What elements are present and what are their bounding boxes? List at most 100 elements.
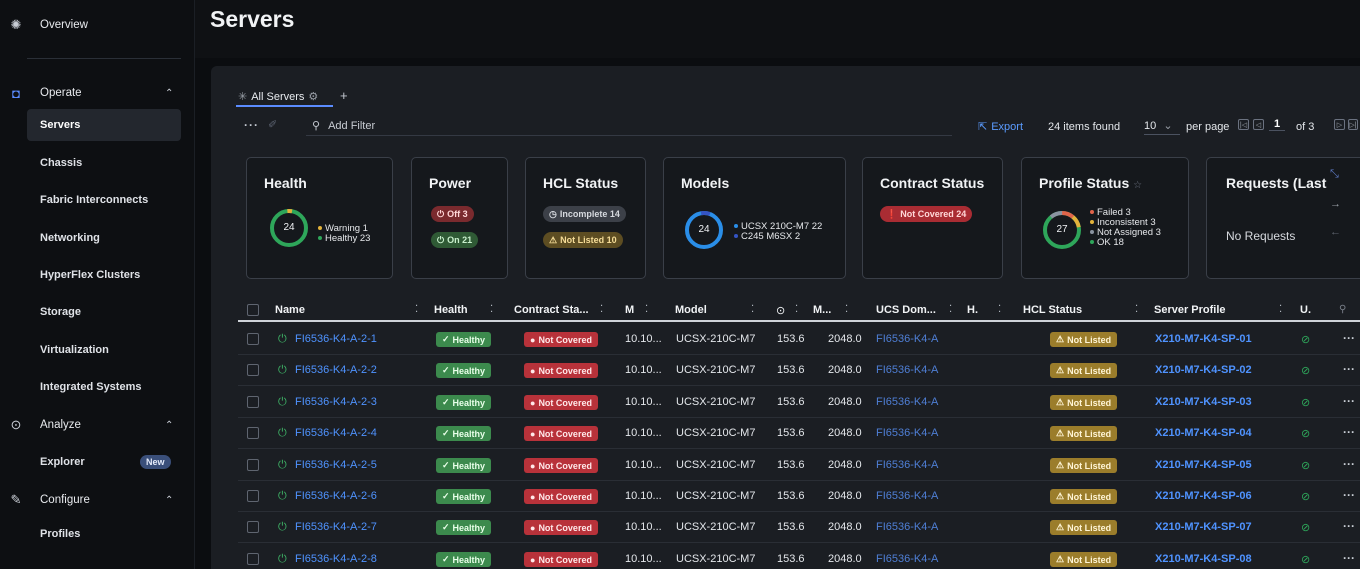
chevron-up-icon[interactable]: ⌃ (165, 88, 173, 99)
chevron-up-icon[interactable]: ⌃ (165, 495, 173, 506)
prev-page-button[interactable]: ◁ (1253, 119, 1264, 130)
sidebar-item-servers[interactable]: Servers (27, 109, 181, 141)
col-health[interactable]: Health (434, 304, 468, 316)
contract-not-covered-pill[interactable]: ❗ Not Covered 24 (880, 206, 973, 222)
edit-icon[interactable]: ✐ (268, 118, 277, 131)
select-all-checkbox[interactable] (247, 304, 259, 316)
server-name-link[interactable]: FI6536-K4-A-2-1 (295, 333, 377, 345)
per-page-select[interactable]: 10 ⌄ (1144, 119, 1180, 135)
models-card[interactable]: Models 24 UCSX 210C-M7 22 C245 M6SX 2 (663, 157, 846, 279)
tab-settings-icon[interactable]: ⚙ (308, 90, 318, 103)
nav-operate[interactable]: ◘ Operate ⌃ (0, 77, 195, 109)
server-name-link[interactable]: FI6536-K4-A-2-7 (295, 521, 377, 533)
pin-icon[interactable]: ⚲ (1339, 304, 1346, 315)
row-checkbox[interactable] (247, 459, 259, 471)
row-checkbox[interactable] (247, 396, 259, 408)
power-on-pill[interactable]: ⏻ On 21 (431, 232, 479, 248)
table-row[interactable]: ⏻ FI6536-K4-A-2-1 ✓ Healthy ● Not Covered 10.1… (238, 324, 1360, 355)
sidebar-item-networking[interactable]: Networking (0, 222, 195, 254)
sort-icon[interactable]: ⁚ (1279, 304, 1282, 315)
ucs-domain-link[interactable]: FI6536-K4-A (876, 364, 938, 376)
sort-icon[interactable]: ⁚ (998, 304, 1001, 315)
last-page-button[interactable]: ▷| (1348, 119, 1358, 130)
table-row[interactable]: ⏻ FI6536-K4-A-2-5 ✓ Healthy ● Not Covered 10.1… (238, 450, 1360, 481)
col-contract-status[interactable]: Contract Sta... (514, 304, 589, 316)
table-row[interactable]: ⏻ FI6536-K4-A-2-2 ✓ Healthy ● Not Covered 10.1… (238, 355, 1360, 386)
sidebar-item-fabric-interconnects[interactable]: Fabric Interconnects (0, 184, 195, 216)
cpu-col-icon[interactable]: ⊙ (776, 304, 785, 317)
sort-icon[interactable]: ⁚ (751, 304, 754, 315)
tab-all-servers[interactable]: ✳ All Servers ⚙ (238, 90, 318, 104)
col-server-profile[interactable]: Server Profile (1154, 304, 1226, 316)
profile-status-card[interactable]: Profile Status ☆ 27 Failed 3 Inconsisten… (1021, 157, 1189, 279)
next-page-button[interactable]: ▷ (1334, 119, 1345, 130)
row-checkbox[interactable] (247, 490, 259, 502)
more-actions-icon[interactable]: ··· (244, 118, 259, 132)
col-h[interactable]: H. (967, 304, 978, 316)
server-profile-link[interactable]: X210-M7-K4-SP-05 (1155, 459, 1252, 471)
sidebar-item-profiles[interactable]: Profiles (0, 518, 195, 550)
ucs-domain-link[interactable]: FI6536-K4-A (876, 427, 938, 439)
sidebar-item-integrated-systems[interactable]: Integrated Systems (0, 371, 195, 403)
ucs-domain-link[interactable]: FI6536-K4-A (876, 490, 938, 502)
hcl-incomplete-pill[interactable]: ◷ Incomplete 14 (543, 206, 626, 222)
table-row[interactable]: ⏻ FI6536-K4-A-2-6 ✓ Healthy ● Not Covered 10.1… (238, 481, 1360, 512)
sort-icon[interactable]: ⁚ (1135, 304, 1138, 315)
nav-analyze[interactable]: ⊙ Analyze ⌃ (0, 409, 195, 441)
server-profile-link[interactable]: X210-M7-K4-SP-01 (1155, 333, 1252, 345)
col-name[interactable]: Name (275, 304, 305, 316)
export-button[interactable]: ⇱ Export (978, 120, 1023, 134)
table-row[interactable]: ⏻ FI6536-K4-A-2-4 ✓ Healthy ● Not Covered 10.1… (238, 418, 1360, 449)
health-card[interactable]: Health 24 Warning 1 Healthy 23 (246, 157, 393, 279)
row-actions-icon[interactable]: ··· (1343, 488, 1355, 502)
row-actions-icon[interactable]: ··· (1343, 331, 1355, 345)
row-checkbox[interactable] (247, 364, 259, 376)
hcl-status-card[interactable]: HCL Status ◷ Incomplete 14 ⚠ Not Listed 10 (525, 157, 646, 279)
row-actions-icon[interactable]: ··· (1343, 519, 1355, 533)
row-checkbox[interactable] (247, 521, 259, 533)
sort-icon[interactable]: ⁚ (415, 304, 418, 315)
arrow-left-icon[interactable]: ← (1330, 226, 1341, 238)
filter-input[interactable]: ⚲ Add Filter (306, 116, 952, 136)
sort-icon[interactable]: ⁚ (795, 304, 798, 315)
sort-icon[interactable]: ⁚ (645, 304, 648, 315)
col-model[interactable]: Model (675, 304, 707, 316)
col-ucs-domain[interactable]: UCS Dom... (876, 304, 936, 316)
table-row[interactable]: ⏻ FI6536-K4-A-2-8 ✓ Healthy ● Not Covered 10.1… (238, 544, 1360, 569)
server-profile-link[interactable]: X210-M7-K4-SP-02 (1155, 364, 1252, 376)
server-profile-link[interactable]: X210-M7-K4-SP-08 (1155, 553, 1252, 565)
sidebar-item-hyperflex-clusters[interactable]: HyperFlex Clusters (0, 259, 195, 291)
sidebar-item-explorer[interactable]: Explorer New (0, 446, 195, 478)
add-tab-button[interactable]: + (340, 88, 348, 103)
col-memory[interactable]: M... (813, 304, 831, 316)
sort-icon[interactable]: ⁚ (949, 304, 952, 315)
hcl-not-listed-pill[interactable]: ⚠ Not Listed 10 (543, 232, 623, 248)
power-off-pill[interactable]: ⏻ Off 3 (431, 206, 474, 222)
server-profile-link[interactable]: X210-M7-K4-SP-03 (1155, 396, 1252, 408)
sidebar-item-storage[interactable]: Storage (0, 296, 195, 328)
server-name-link[interactable]: FI6536-K4-A-2-6 (295, 490, 377, 502)
row-actions-icon[interactable]: ··· (1343, 425, 1355, 439)
server-profile-link[interactable]: X210-M7-K4-SP-06 (1155, 490, 1252, 502)
arrow-right-icon[interactable]: → (1330, 198, 1341, 210)
ucs-domain-link[interactable]: FI6536-K4-A (876, 521, 938, 533)
server-profile-link[interactable]: X210-M7-K4-SP-04 (1155, 427, 1252, 439)
nav-configure[interactable]: ✎ Configure ⌃ (0, 484, 195, 516)
row-checkbox[interactable] (247, 553, 259, 565)
server-profile-link[interactable]: X210-M7-K4-SP-07 (1155, 521, 1252, 533)
first-page-button[interactable]: |◁ (1238, 119, 1249, 130)
sidebar-item-virtualization[interactable]: Virtualization (0, 334, 195, 366)
row-actions-icon[interactable]: ··· (1343, 457, 1355, 471)
ucs-domain-link[interactable]: FI6536-K4-A (876, 333, 938, 345)
col-management-ip[interactable]: M (625, 304, 634, 316)
table-row[interactable]: ⏻ FI6536-K4-A-2-3 ✓ Healthy ● Not Covered 10.1… (238, 387, 1360, 418)
contract-status-card[interactable]: Contract Status ❗ Not Covered 24 (862, 157, 1003, 279)
server-name-link[interactable]: FI6536-K4-A-2-8 (295, 553, 377, 565)
col-u[interactable]: U. (1300, 304, 1311, 316)
row-checkbox[interactable] (247, 427, 259, 439)
server-name-link[interactable]: FI6536-K4-A-2-4 (295, 427, 377, 439)
power-card[interactable]: Power ⏻ Off 3 ⏻ On 21 (411, 157, 508, 279)
server-name-link[interactable]: FI6536-K4-A-2-2 (295, 364, 377, 376)
server-name-link[interactable]: FI6536-K4-A-2-5 (295, 459, 377, 471)
sort-icon[interactable]: ⁚ (490, 304, 493, 315)
